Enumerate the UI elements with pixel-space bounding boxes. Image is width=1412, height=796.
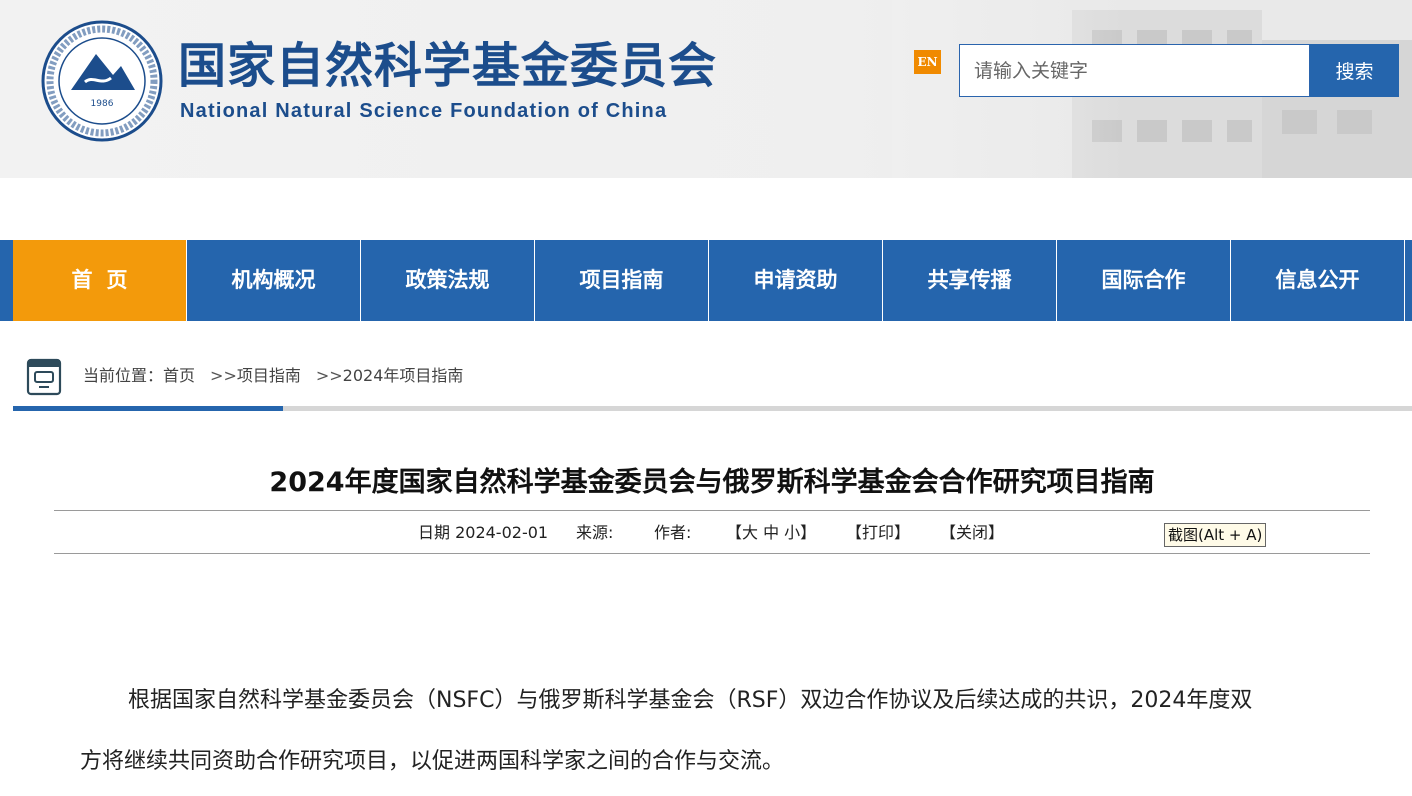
article-date: 日期 2024-02-01 [418, 523, 549, 542]
breadcrumb-separator: >> [210, 366, 237, 385]
english-language-switch[interactable]: EN [914, 50, 941, 74]
org-name-en[interactable]: National Natural Science Foundation of C… [180, 100, 667, 123]
breadcrumb-link-guides[interactable]: 项目指南 [237, 366, 301, 385]
site-header: 1986 国家自然科学基金委员会 National Natural Scienc… [0, 0, 1412, 178]
title-divider [54, 510, 1370, 511]
nav-item-policies[interactable]: 政策法规 [361, 240, 535, 321]
main-nav: 首页 机构概况 政策法规 项目指南 申请资助 共享传播 国际合作 信息公开 [0, 240, 1412, 321]
org-name-cn[interactable]: 国家自然科学基金委员会 [178, 36, 717, 96]
screenshot-tooltip: 截图(Alt + A) [1164, 523, 1267, 547]
close-link[interactable]: 【关闭】 [940, 521, 1004, 545]
article-source: 来源: [576, 523, 614, 542]
nav-item-international[interactable]: 国际合作 [1057, 240, 1231, 321]
svg-text:1986: 1986 [91, 99, 114, 109]
nav-item-apply[interactable]: 申请资助 [709, 240, 883, 321]
search-button[interactable]: 搜索 [1310, 44, 1399, 97]
meta-divider [54, 553, 1370, 554]
breadcrumb-underline-accent [13, 406, 283, 411]
search-input[interactable] [959, 44, 1310, 97]
breadcrumb: 当前位置：首页 >>项目指南 >>2024年项目指南 [83, 364, 463, 388]
article-paragraph-line: 根据国家自然科学基金委员会（NSFC）与俄罗斯科学基金会（RSF）双边合作协议及… [128, 688, 1253, 713]
nav-item-guides[interactable]: 项目指南 [535, 240, 709, 321]
nav-left-edge [0, 240, 13, 321]
location-book-icon [26, 358, 62, 396]
nav-item-sharing[interactable]: 共享传播 [883, 240, 1057, 321]
breadcrumb-link-home[interactable]: 首页 [163, 366, 195, 385]
font-size-links[interactable]: 【大 中 小】 [726, 521, 816, 545]
print-link[interactable]: 【打印】 [846, 521, 910, 545]
breadcrumb-prefix: 当前位置： [83, 366, 164, 385]
nav-item-about[interactable]: 机构概况 [187, 240, 361, 321]
nav-item-home[interactable]: 首页 [13, 240, 187, 321]
nsfc-seal-logo[interactable]: 1986 [41, 20, 163, 142]
article-title: 2024年度国家自然科学基金委员会与俄罗斯科学基金会合作研究项目指南 [269, 467, 1155, 498]
breadcrumb-separator: >> [315, 366, 343, 385]
breadcrumb-link-2024-guides[interactable]: 2024年项目指南 [343, 366, 464, 385]
article-paragraph-line: 方将继续共同资助合作研究项目，以促进两国科学家之间的合作与交流。 [80, 749, 785, 774]
article-author: 作者: [654, 523, 692, 542]
nav-item-disclosure[interactable]: 信息公开 [1231, 240, 1405, 321]
